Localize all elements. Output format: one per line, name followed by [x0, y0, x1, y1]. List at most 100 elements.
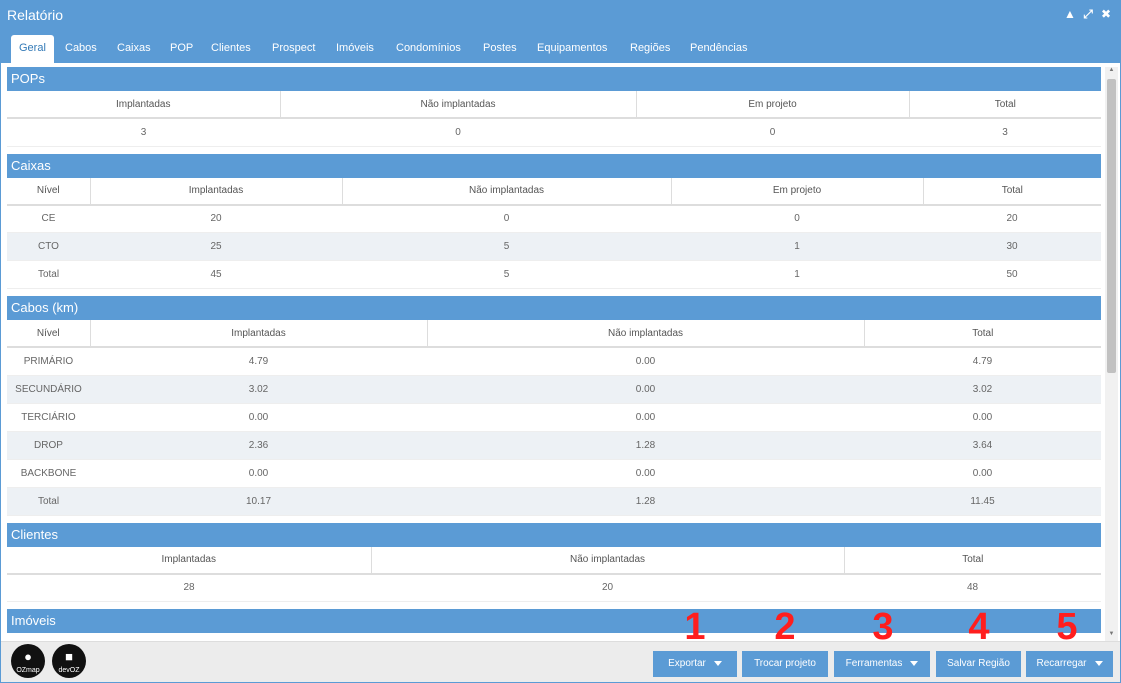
cabos-col-nivel: Nível [7, 320, 90, 348]
title-bar[interactable]: Relatório ▲ ⤢ ✖ [1, 1, 1120, 31]
table-cell: 0.00 [427, 375, 864, 404]
table-row: PRIMÁRIO 4.79 0.00 4.79 [7, 347, 1101, 376]
salvar-regiao-button[interactable]: Salvar Região [936, 651, 1021, 677]
table-cell: 45 [90, 260, 342, 289]
table-cell: SECUNDÁRIO [7, 375, 90, 404]
imoveis-header: Imóveis [7, 609, 1101, 633]
table-cell: 3.02 [90, 375, 427, 404]
table-cell: DROP [7, 431, 90, 460]
table-cell: 1 [671, 260, 923, 289]
devoz-logo: ■ devOZ [52, 644, 86, 678]
pops-col-total: Total [908, 91, 1101, 119]
cube-icon: ■ [65, 649, 73, 664]
table-cell: 0.00 [90, 403, 427, 432]
table-cell: PRIMÁRIO [7, 347, 90, 376]
tab-postes[interactable]: Postes [483, 35, 517, 63]
recarregar-button[interactable]: Recarregar [1026, 651, 1113, 677]
table-row: DROP 2.36 1.28 3.64 [7, 431, 1101, 460]
pops-header: POPs [7, 67, 1101, 91]
pops-col-implantadas: Implantadas [7, 91, 280, 119]
tab-bar: Geral Cabos Caixas POP Clientes Prospect… [1, 31, 1120, 63]
table-cell: 3 [7, 118, 280, 147]
table-row: 3 0 0 3 [7, 118, 1101, 147]
table-cell: 3 [909, 118, 1101, 147]
table-cell: 25 [90, 232, 342, 261]
caret-down-icon [910, 660, 919, 666]
exportar-button[interactable]: Exportar [653, 651, 737, 677]
table-cell: 50 [923, 260, 1101, 289]
tab-equipamentos[interactable]: Equipamentos [537, 35, 607, 63]
table-cell: 11.45 [864, 487, 1101, 516]
tab-condominios[interactable]: Condomínios [396, 35, 461, 63]
tab-imoveis[interactable]: Imóveis [336, 35, 374, 63]
caixas-col-implantadas: Implantadas [89, 177, 342, 206]
table-cell: 0.00 [90, 459, 427, 488]
caixas-col-nivel: Nível [7, 177, 90, 206]
tab-pop[interactable]: POP [170, 35, 193, 63]
table-cell: 28 [7, 573, 371, 602]
table-cell: 5 [342, 260, 671, 289]
tab-cabos[interactable]: Cabos [65, 35, 97, 63]
table-cell: 2.36 [90, 431, 427, 460]
tab-pendencias[interactable]: Pendências [690, 35, 748, 63]
table-cell: 5 [342, 232, 671, 261]
table-cell: 3.02 [864, 375, 1101, 404]
clientes-header: Clientes [7, 522, 1101, 547]
report-content[interactable]: POPs Implantadas Não implantadas Em proj… [7, 67, 1101, 641]
table-cell: 3.64 [864, 431, 1101, 460]
vertical-scrollbar[interactable]: ▲ ▼ [1105, 67, 1118, 641]
cabos-header: Cabos (km) [7, 296, 1101, 320]
table-row: Total 10.17 1.28 11.45 [7, 487, 1101, 516]
annotation-2: 2 [774, 606, 796, 648]
pops-col-em-projeto: Em projeto [635, 91, 909, 119]
tab-caixas[interactable]: Caixas [117, 35, 151, 63]
close-icon[interactable]: ✖ [1100, 7, 1112, 21]
table-cell: 0 [280, 118, 636, 147]
table-cell: 20 [90, 204, 342, 233]
cabos-col-implantadas: Implantadas [89, 320, 427, 348]
table-cell: 20 [923, 204, 1101, 233]
scroll-up-icon[interactable]: ▲ [1105, 67, 1118, 77]
table-cell: 0 [671, 204, 923, 233]
table-cell: TERCIÁRIO [7, 403, 90, 432]
cabos-col-total: Total [863, 320, 1101, 348]
tab-geral[interactable]: Geral [11, 35, 54, 63]
table-cell: 1 [671, 232, 923, 261]
caixas-col-em-projeto: Em projeto [670, 177, 923, 206]
chevron-up-icon[interactable]: ▲ [1064, 7, 1076, 21]
caixas-col-total: Total [922, 177, 1101, 206]
cabos-table: Nível Implantadas Não implantadas Total … [7, 320, 1101, 516]
table-cell: 10.17 [90, 487, 427, 516]
report-window: Relatório ▲ ⤢ ✖ Geral Cabos Caixas POP C… [0, 0, 1121, 683]
scroll-down-icon[interactable]: ▼ [1105, 631, 1118, 641]
map-pin-icon: ● [24, 649, 32, 664]
expand-icon[interactable]: ⤢ [1082, 7, 1094, 21]
annotation-5: 5 [1056, 606, 1078, 648]
clientes-col-total: Total [843, 546, 1101, 575]
window-title: Relatório [7, 7, 64, 23]
caixas-col-nao-implantadas: Não implantadas [341, 177, 671, 206]
table-cell: Total [7, 487, 90, 516]
table-cell: 48 [844, 573, 1101, 602]
table-cell: Total [7, 260, 90, 289]
table-cell: 4.79 [864, 347, 1101, 376]
table-cell: CE [7, 204, 90, 233]
pops-col-nao-implantadas: Não implantadas [279, 91, 636, 119]
table-row: TERCIÁRIO 0.00 0.00 0.00 [7, 403, 1101, 432]
table-cell: 0 [342, 204, 671, 233]
tab-prospect[interactable]: Prospect [272, 35, 315, 63]
footer-toolbar: ● OZmap ■ devOZ Exportar Trocar projeto … [1, 641, 1120, 682]
ferramentas-button[interactable]: Ferramentas [834, 651, 930, 677]
table-row: CTO 25 5 1 30 [7, 232, 1101, 261]
table-cell: 0.00 [864, 459, 1101, 488]
table-row: Total 45 5 1 50 [7, 260, 1101, 289]
table-row: BACKBONE 0.00 0.00 0.00 [7, 459, 1101, 488]
table-cell: 0.00 [864, 403, 1101, 432]
tab-regioes[interactable]: Regiões [630, 35, 670, 63]
annotation-4: 4 [968, 606, 990, 648]
table-row: CE 20 0 0 20 [7, 204, 1101, 233]
trocar-projeto-button[interactable]: Trocar projeto [742, 651, 828, 677]
scrollbar-thumb[interactable] [1107, 79, 1116, 373]
table-cell: 20 [371, 573, 844, 602]
tab-clientes[interactable]: Clientes [211, 35, 251, 63]
